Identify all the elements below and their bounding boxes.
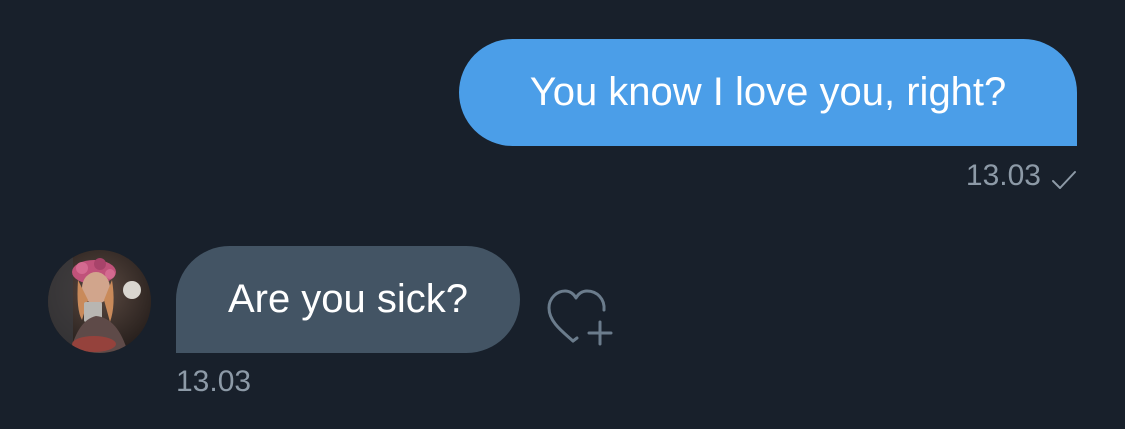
heart-add-icon[interactable] bbox=[545, 286, 615, 348]
outgoing-message-meta: 13.03 bbox=[966, 158, 1077, 194]
incoming-message-bubble[interactable]: Are you sick? bbox=[176, 246, 520, 353]
incoming-message-time: 13.03 bbox=[176, 365, 252, 398]
incoming-message-text: Are you sick? bbox=[227, 277, 469, 321]
check-icon bbox=[1051, 165, 1077, 189]
sender-avatar[interactable] bbox=[48, 250, 151, 353]
outgoing-message-bubble[interactable]: You know I love you, right? bbox=[459, 39, 1077, 146]
outgoing-message-time: 13.03 bbox=[965, 159, 1041, 192]
message-thread: You know I love you, right? 13.03 Are yo… bbox=[0, 0, 1125, 429]
outgoing-message-text: You know I love you, right? bbox=[529, 70, 1007, 114]
